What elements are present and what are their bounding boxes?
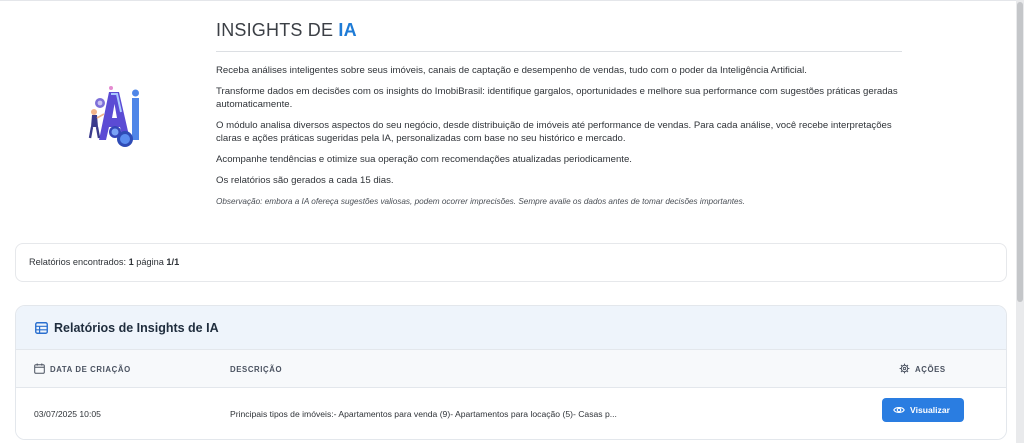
page-value: 1/1 <box>166 257 180 267</box>
eye-icon <box>893 407 905 413</box>
table-grid-icon <box>35 322 48 334</box>
row-description: Principais tipos de imóveis:- Apartament… <box>230 409 617 419</box>
table-row: 03/07/2025 10:05 Principais tipos de imó… <box>16 388 1006 439</box>
calendar-icon <box>34 363 45 374</box>
reports-card-header: Relatórios de Insights de IA <box>16 306 1006 350</box>
table-header: DATA DE CRIAÇÃO DESCRIÇÃO AÇÕES <box>16 350 1006 388</box>
column-header-actions: AÇÕES <box>915 365 946 374</box>
page-scrollbar[interactable] <box>1016 0 1024 443</box>
intro-description: Receba análises inteligentes sobre seus … <box>216 64 916 216</box>
page-title-accent: IA <box>338 20 357 40</box>
page-title-main: INSIGHTS DE <box>216 20 339 40</box>
intro-paragraph: Transforme dados em decisões com os insi… <box>216 86 898 110</box>
title-divider <box>216 51 902 52</box>
view-report-label: Visualizar <box>910 405 950 415</box>
intro-paragraph: Receba análises inteligentes sobre seus … <box>216 65 807 76</box>
scrollbar-thumb[interactable] <box>1017 2 1023 302</box>
intro-paragraph: Acompanhe tendências e otimize sua opera… <box>216 154 632 165</box>
page: INSIGHTS DE IA Receba análises inteligen… <box>0 0 1016 443</box>
view-report-button[interactable]: Visualizar <box>882 398 964 422</box>
reports-title: Relatórios de Insights de IA <box>54 321 219 335</box>
gear-icon <box>899 363 910 374</box>
intro-paragraph: O módulo analisa diversos aspectos do se… <box>216 120 892 144</box>
results-counter: Relatórios encontrados: 1 página 1/1 <box>15 243 1007 282</box>
row-date: 03/07/2025 10:05 <box>34 409 101 419</box>
insights-intro: INSIGHTS DE IA Receba análises inteligen… <box>0 0 1016 240</box>
ai-illustration-icon <box>88 86 139 147</box>
results-counter-text: Relatórios encontrados: 1 página 1/1 <box>29 257 179 267</box>
page-label: página <box>133 257 167 267</box>
reports-card: Relatórios de Insights de IA DATA DE CRI… <box>15 305 1007 440</box>
disclaimer-note: Observação: embora a IA ofereça sugestõe… <box>216 197 745 206</box>
column-header-description[interactable]: DESCRIÇÃO <box>230 365 282 374</box>
results-label: Relatórios encontrados: <box>29 257 129 267</box>
intro-paragraph: Os relatórios são gerados a cada 15 dias… <box>216 175 394 186</box>
page-title: INSIGHTS DE IA <box>216 20 357 41</box>
column-header-date[interactable]: DATA DE CRIAÇÃO <box>50 365 131 374</box>
